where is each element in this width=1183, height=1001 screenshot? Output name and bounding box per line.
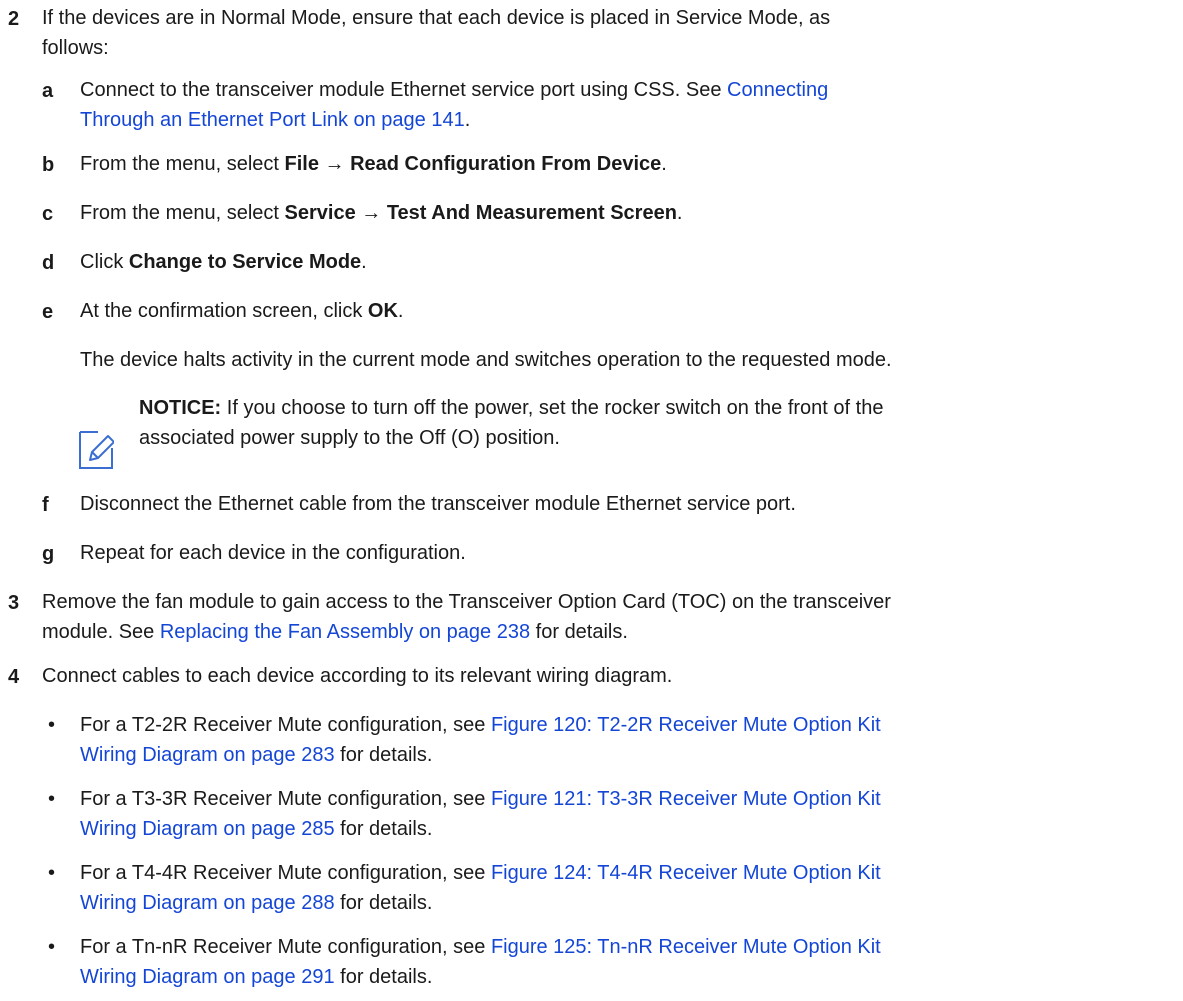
step-text: follows: (42, 37, 109, 59)
substep-text: Connect to the transceiver module Ethern… (80, 79, 829, 101)
cross-reference-link[interactable]: Wiring Diagram on page 283 (80, 744, 335, 766)
cross-reference-link[interactable]: Wiring Diagram on page 288 (80, 892, 335, 914)
notice-text: NOTICE: If you choose to turn off the po… (139, 397, 884, 419)
substep-letter: c (42, 203, 54, 225)
cross-reference-link[interactable]: Figure 121: T3-3R Receiver Mute Option K… (491, 788, 881, 810)
bullet-marker: • (48, 714, 56, 736)
bullet-marker: • (48, 862, 56, 884)
cross-reference-link[interactable]: Replacing the Fan Assembly on page 238 (160, 621, 530, 643)
bullet-text: For a T3-3R Receiver Mute configuration,… (80, 788, 881, 810)
step-text: Connect cables to each device according … (42, 665, 673, 687)
step-text: Remove the fan module to gain access to … (42, 591, 891, 613)
bullet-text: Wiring Diagram on page 288 for details. (80, 892, 433, 914)
substep-text: Disconnect the Ethernet cable from the t… (80, 493, 796, 515)
notice-text: associated power supply to the Off (O) p… (139, 427, 560, 449)
step-text: module. See Replacing the Fan Assembly o… (42, 621, 628, 643)
substep-text: Repeat for each device in the configurat… (80, 542, 466, 564)
substep-text: Through an Ethernet Port Link on page 14… (80, 109, 471, 131)
substep-letter: g (42, 543, 55, 565)
substep-result: The device halts activity in the current… (80, 349, 892, 371)
step-number: 2 (8, 8, 20, 30)
substep-letter: d (42, 252, 55, 274)
bullet-text: For a Tn-nR Receiver Mute configuration,… (80, 936, 881, 958)
cross-reference-link[interactable]: Figure 125: Tn-nR Receiver Mute Option K… (491, 936, 881, 958)
bullet-marker: • (48, 788, 56, 810)
cross-reference-link[interactable]: Connecting (727, 79, 828, 101)
substep-letter: f (42, 494, 49, 516)
pencil-note-icon (79, 431, 114, 469)
bullet-marker: • (48, 936, 56, 958)
bullet-text: Wiring Diagram on page 291 for details. (80, 966, 433, 988)
bullet-text: For a T4-4R Receiver Mute configuration,… (80, 862, 881, 884)
cross-reference-link[interactable]: Wiring Diagram on page 285 (80, 818, 335, 840)
substep-text: From the menu, select Service → Test And… (80, 202, 683, 224)
bullet-text: Wiring Diagram on page 283 for details. (80, 744, 433, 766)
step-number: 4 (8, 666, 20, 688)
substep-letter: e (42, 301, 54, 323)
substep-text: Click Change to Service Mode. (80, 251, 367, 273)
substep-letter: b (42, 154, 55, 176)
substep-text: At the confirmation screen, click OK. (80, 300, 404, 322)
substep-text: From the menu, select File → Read Config… (80, 153, 667, 175)
substep-letter: a (42, 80, 54, 102)
step-text: If the devices are in Normal Mode, ensur… (42, 7, 831, 29)
step-number: 3 (8, 592, 20, 614)
cross-reference-link[interactable]: Figure 124: T4-4R Receiver Mute Option K… (491, 862, 881, 884)
cross-reference-link[interactable]: Wiring Diagram on page 291 (80, 966, 335, 988)
cross-reference-link[interactable]: Figure 120: T2-2R Receiver Mute Option K… (491, 714, 881, 736)
bullet-text: Wiring Diagram on page 285 for details. (80, 818, 433, 840)
bullet-text: For a T2-2R Receiver Mute configuration,… (80, 714, 881, 736)
cross-reference-link[interactable]: Through an Ethernet Port Link on page 14… (80, 109, 465, 131)
